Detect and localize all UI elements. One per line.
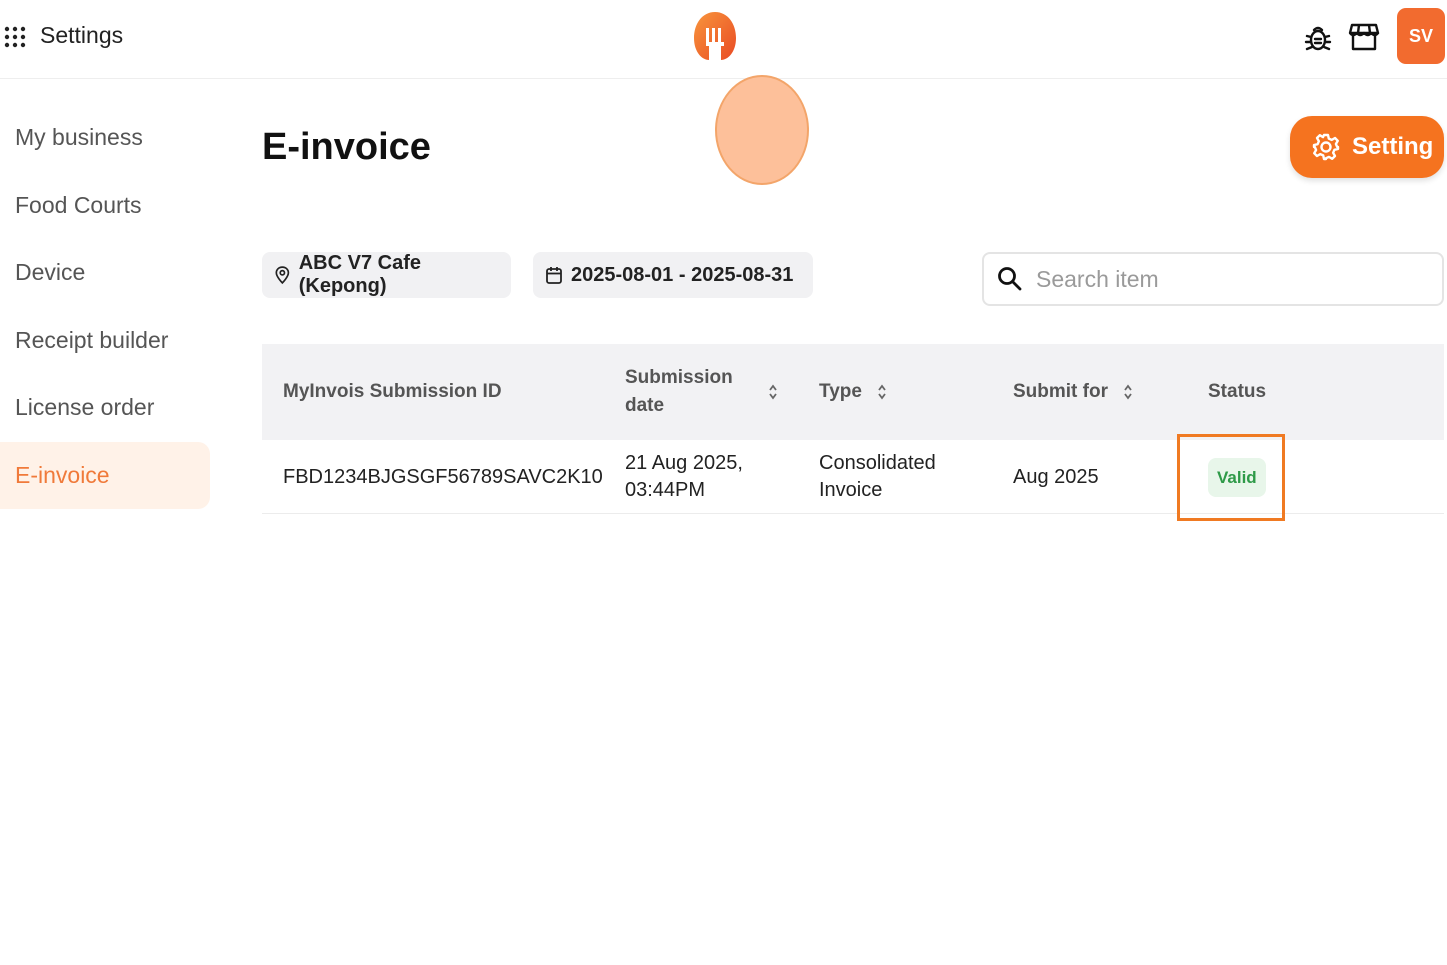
submit-for-cell: Aug 2025	[1013, 465, 1099, 488]
setting-button-label: Setting	[1352, 133, 1434, 160]
status-highlight-box	[1177, 434, 1285, 521]
column-header-submission-date[interactable]: Submission date	[625, 344, 779, 440]
submission-id-cell: FBD1234BJGSGF56789SAVC2K10	[283, 465, 603, 488]
sidebar-item-label: License order	[15, 394, 155, 421]
sidebar-item-e-invoice[interactable]: E-invoice	[0, 441, 210, 509]
calendar-icon	[546, 267, 562, 284]
type-line1: Consolidated	[819, 452, 936, 474]
page-title: E-invoice	[262, 126, 431, 168]
avatar-initials: SV	[1408, 25, 1433, 46]
store-icon[interactable]	[1348, 22, 1380, 52]
sidebar-item-label: Food Courts	[15, 191, 142, 218]
sidebar-item-label: E-invoice	[15, 461, 110, 488]
gear-icon	[1312, 133, 1340, 161]
date-range-label: 2025-08-01 - 2025-08-31	[571, 263, 794, 286]
search-box[interactable]	[982, 252, 1444, 306]
column-label: Submit for	[1013, 381, 1108, 402]
sort-icon[interactable]	[1122, 382, 1134, 402]
column-label: Submission date	[625, 367, 733, 416]
date-range-filter[interactable]: 2025-08-01 - 2025-08-31	[533, 252, 813, 298]
sidebar-item-food-courts[interactable]: Food Courts	[0, 172, 210, 240]
avatar[interactable]: SV	[1397, 8, 1445, 64]
location-filter-label: ABC V7 Cafe (Kepong)	[298, 252, 421, 297]
sort-icon[interactable]	[876, 382, 888, 402]
submission-date-line1: 21 Aug 2025,	[625, 452, 743, 474]
column-label: MyInvois Submission ID	[283, 381, 502, 402]
column-label: Status	[1208, 381, 1267, 402]
type-cell: Consolidated Invoice	[819, 440, 936, 514]
app-title: Settings	[40, 22, 124, 48]
column-label: Type	[819, 381, 862, 402]
sidebar: My business Food Courts Device Receipt b…	[0, 104, 210, 509]
sidebar-item-label: Receipt builder	[15, 326, 169, 353]
sidebar-item-label: My business	[15, 124, 143, 151]
touch-indicator	[715, 75, 809, 185]
sidebar-item-license-order[interactable]: License order	[0, 374, 210, 442]
bug-icon[interactable]	[1304, 22, 1332, 54]
sort-icon[interactable]	[767, 382, 779, 402]
column-header-submit-for[interactable]: Submit for	[1013, 344, 1134, 440]
sidebar-item-label: Device	[15, 259, 86, 286]
column-header-status: Status	[1208, 344, 1266, 440]
sidebar-item-device[interactable]: Device	[0, 239, 210, 307]
apps-grid-icon[interactable]	[4, 26, 26, 48]
setting-button[interactable]: Setting	[1290, 116, 1444, 178]
search-icon	[998, 267, 1022, 291]
fork-logo-icon	[694, 12, 736, 60]
table-header: MyInvois Submission ID Submission date T…	[262, 344, 1444, 440]
sidebar-item-receipt-builder[interactable]: Receipt builder	[0, 307, 210, 375]
column-header-submission-id: MyInvois Submission ID	[283, 344, 502, 440]
type-line2: Invoice	[819, 479, 883, 501]
column-header-type[interactable]: Type	[819, 344, 888, 440]
search-input[interactable]	[1036, 265, 1416, 293]
submission-date-line2: 03:44PM	[625, 479, 706, 501]
location-filter[interactable]: ABC V7 Cafe (Kepong)	[262, 252, 511, 298]
submission-date-cell: 21 Aug 2025, 03:44PM	[625, 440, 743, 514]
top-bar: Settings SV	[0, 0, 1447, 79]
location-pin-icon	[275, 266, 290, 285]
sidebar-item-my-business[interactable]: My business	[0, 104, 210, 172]
